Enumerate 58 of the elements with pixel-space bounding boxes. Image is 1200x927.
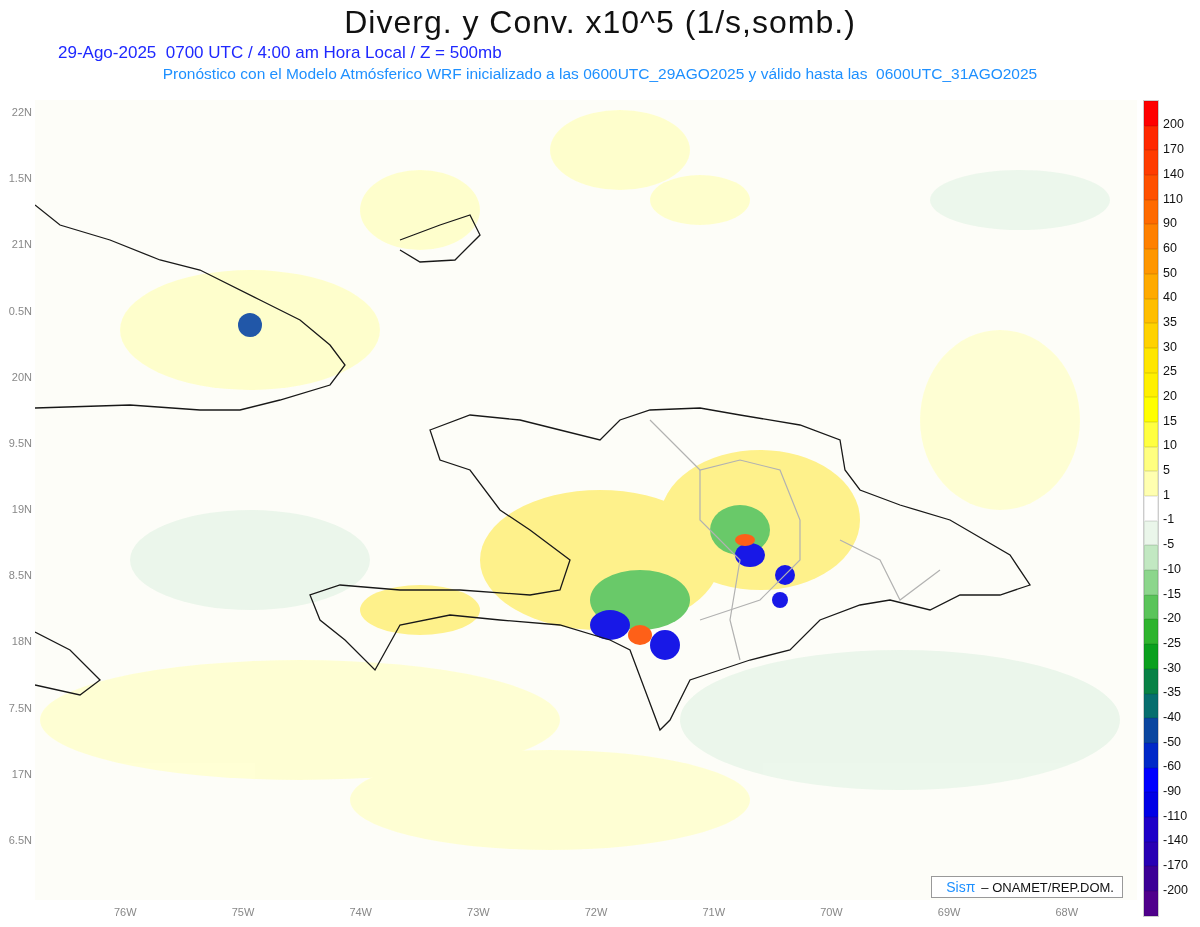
legend-label: 110: [1163, 192, 1183, 205]
latitude-label: 19N: [11, 503, 33, 518]
legend-label: 15: [1163, 414, 1177, 428]
longitude-label: 73W: [467, 906, 490, 918]
latitude-label: 20N: [11, 370, 33, 385]
legend-label: 20: [1163, 390, 1177, 403]
longitude-label: 76W: [114, 906, 137, 918]
legend-label: 40: [1163, 291, 1177, 304]
legend-label: -15: [1163, 587, 1182, 600]
legend-label: -1: [1163, 513, 1175, 526]
legend-label: -60: [1163, 760, 1182, 773]
legend-label: -25: [1163, 636, 1182, 650]
longitude-label: 75W: [231, 906, 255, 918]
latitude-label: 9.5N: [8, 436, 33, 451]
legend-label: 30: [1163, 340, 1177, 354]
legend-label: 5: [1163, 464, 1170, 477]
credit-brand: Sisπ: [946, 879, 976, 895]
legend-label: 50: [1163, 266, 1177, 280]
latitude-label: 18N: [11, 635, 33, 650]
longitude-label: 74W: [349, 906, 372, 918]
legend-label: -30: [1163, 661, 1182, 675]
latitude-label: 6.5N: [8, 833, 33, 848]
legend-label: 90: [1163, 217, 1177, 230]
legend-label: -35: [1163, 686, 1182, 699]
longitude-label: 72W: [584, 906, 608, 918]
latitude-label: 21N: [11, 238, 33, 253]
legend-label: 140: [1163, 167, 1184, 181]
legend-label: 25: [1163, 365, 1177, 378]
latitude-label: 0.5N: [8, 304, 33, 319]
legend-label: 200: [1163, 118, 1184, 131]
latitude-label: 8.5N: [8, 569, 33, 584]
legend-label: -40: [1163, 710, 1182, 724]
longitude-label: 71W: [702, 906, 726, 918]
legend-label: -200: [1163, 883, 1189, 897]
legend-label: -5: [1163, 538, 1175, 551]
forecast-note: Pronóstico con el Modelo Atmósferico WRF inicializado a las 0600UTC_29AGO2025 y válido hasta las 0600UTC_31AGO2025: [162, 65, 1038, 83]
legend-label: 170: [1163, 143, 1184, 156]
credit-text: – ONAMET/REP.DOM.: [981, 879, 1114, 895]
legend-label: -170: [1163, 859, 1189, 872]
latitude-label: 1.5N: [8, 172, 33, 187]
latitude-label: 7.5N: [8, 701, 33, 716]
legend-label: 60: [1163, 241, 1177, 255]
longitude-label: 68W: [1055, 906, 1079, 918]
legend-label: 35: [1163, 315, 1177, 329]
legend-label: -140: [1163, 834, 1189, 847]
legend-label: -110: [1163, 809, 1188, 823]
legend-label: -90: [1163, 785, 1182, 798]
legend-label: -50: [1163, 735, 1182, 749]
longitude-label: 70W: [820, 906, 843, 918]
latitude-label: 17N: [11, 767, 33, 782]
chart-subtitle: 29-Ago-2025 0700 UTC / 4:00 am Hora Local / Z = 500mb: [58, 43, 502, 63]
longitude-label: 69W: [937, 906, 961, 918]
legend-label: -10: [1163, 562, 1182, 576]
latitude-label: 22N: [11, 106, 33, 120]
legend-label: 1: [1163, 488, 1170, 502]
chart-title: Diverg. y Conv. x10^5 (1/s,somb.): [344, 4, 856, 41]
legend-label: -20: [1163, 612, 1182, 625]
legend-label: 10: [1163, 439, 1177, 452]
